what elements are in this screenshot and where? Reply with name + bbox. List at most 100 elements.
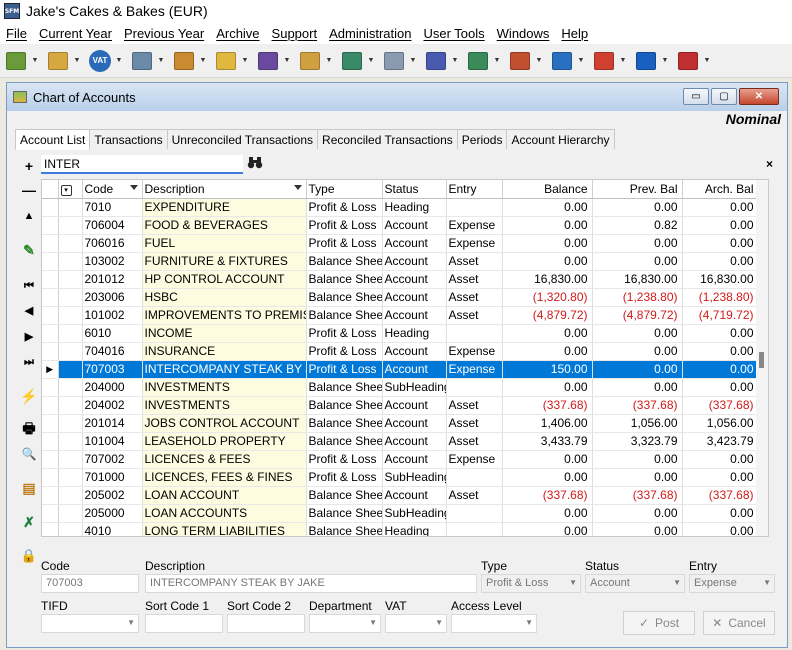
cell-entry[interactable] [446,522,503,536]
description-field[interactable]: INTERCOMPANY STEAK BY JAKE [145,574,477,593]
cell-entry[interactable]: Expense [446,450,503,469]
cell-type[interactable]: Balance Sheet [306,270,383,289]
cell-type[interactable]: Profit & Loss [306,360,383,379]
cell-code[interactable]: 707003 [82,360,143,379]
menu-administration[interactable]: Administration [329,26,411,41]
vertical-scrollbar[interactable] [756,180,768,536]
cell-type[interactable]: Balance Sheet [306,432,383,451]
menu-previous-year[interactable]: Previous Year [124,26,204,41]
cell-prev-bal[interactable]: 0.00 [592,342,683,361]
report-icon[interactable]: ▤ [19,479,39,497]
cell-type[interactable]: Balance Sheet [306,396,383,415]
chevron-down-icon[interactable]: ▼ [72,57,82,64]
print-icon[interactable]: 🖶 [19,420,39,439]
chevron-down-icon[interactable]: ▼ [673,578,681,587]
cell-prev-bal[interactable]: 3,323.79 [592,432,683,451]
tifd-select[interactable]: ▼ [41,614,139,633]
cell-status[interactable]: Account [382,288,447,307]
cell-type[interactable]: Profit & Loss [306,342,383,361]
chart-icon[interactable] [592,49,616,73]
cell-balance[interactable]: 0.00 [502,324,593,343]
cell-status[interactable]: Account [382,450,447,469]
row-indicator[interactable] [42,378,59,397]
cell-balance[interactable]: 16,830.00 [502,270,593,289]
cell-type[interactable]: Balance Sheet [306,414,383,433]
chevron-down-icon[interactable]: ▼ [702,57,712,64]
cell-balance[interactable]: 3,433.79 [502,432,593,451]
row-indicator[interactable] [42,396,59,415]
row-chooser-cell[interactable] [58,450,83,469]
cell-description[interactable]: INCOME [142,324,307,343]
cell-description[interactable]: LICENCES, FEES & FINES [142,468,307,487]
chevron-down-icon[interactable]: ▼ [525,618,533,627]
cell-entry[interactable] [446,378,503,397]
payments-icon[interactable] [256,49,280,73]
cell-type[interactable]: Profit & Loss [306,468,383,487]
chevron-down-icon[interactable]: ▼ [198,57,208,64]
cell-code[interactable]: 103002 [82,252,143,271]
cell-status[interactable]: SubHeading [382,504,447,523]
cell-arch-bal[interactable]: 0.00 [682,468,759,487]
table-row[interactable]: 6010 INCOME Profit & Loss Heading 0.00 0.00 0.… [42,324,759,343]
import-icon[interactable] [676,49,700,73]
vat-icon[interactable]: VAT [88,49,112,73]
cell-status[interactable]: Account [382,342,447,361]
cell-entry[interactable]: Asset [446,396,503,415]
move-up-icon[interactable]: ▲ [19,207,39,225]
tab-unreconciled-transactions[interactable]: Unreconciled Transactions [166,129,319,149]
cell-status[interactable]: Account [382,396,447,415]
cell-entry[interactable]: Expense [446,234,503,253]
row-chooser-cell[interactable] [58,378,83,397]
cell-code[interactable]: 4010 [82,522,143,536]
row-chooser-cell[interactable] [58,468,83,487]
cell-status[interactable]: Account [382,360,447,379]
row-chooser-cell[interactable] [58,414,83,433]
chevron-down-icon[interactable]: ▼ [763,578,771,587]
menu-help[interactable]: Help [561,26,588,41]
next-record-icon[interactable]: ▶ [19,327,39,345]
sort-dropdown-icon[interactable] [293,185,302,190]
cell-description[interactable]: HP CONTROL ACCOUNT [142,270,307,289]
cell-description[interactable]: LOAN ACCOUNT [142,486,307,505]
cell-code[interactable]: 7010 [82,198,143,217]
row-chooser-cell[interactable] [58,504,83,523]
table-row[interactable]: 707002 LICENCES & FEES Profit & Loss Accoun… [42,450,759,469]
chevron-down-icon[interactable]: ▼ [156,57,166,64]
first-record-icon[interactable]: ⏮ [19,277,39,295]
cell-code[interactable]: 706004 [82,216,143,235]
cell-status[interactable]: Account [382,270,447,289]
cell-code[interactable]: 204000 [82,378,143,397]
cell-code[interactable]: 101004 [82,432,143,451]
cell-status[interactable]: Account [382,216,447,235]
tab-account-list[interactable]: Account List [15,129,91,150]
column-header-type[interactable]: Type [306,180,383,199]
cell-prev-bal[interactable]: (337.68) [592,396,683,415]
table-row[interactable]: 201012 HP CONTROL ACCOUNT Balance Sheet Acc… [42,270,759,289]
chevron-down-icon[interactable]: ▼ [660,57,670,64]
row-chooser-cell[interactable] [58,216,83,235]
cell-description[interactable]: FOOD & BEVERAGES [142,216,307,235]
column-header-code[interactable]: Code [82,180,143,199]
row-indicator[interactable] [42,306,59,325]
calculator-icon[interactable] [424,49,448,73]
tab-account-hierarchy[interactable]: Account Hierarchy [506,129,615,149]
cell-description[interactable]: EXPENDITURE [142,198,307,217]
sales-ledger-icon[interactable] [46,49,70,73]
cell-status[interactable]: Account [382,414,447,433]
cell-balance[interactable]: (337.68) [502,396,593,415]
chevron-down-icon[interactable]: ▼ [435,618,443,627]
cell-prev-bal[interactable]: 0.00 [592,504,683,523]
clear-search-icon[interactable]: × [766,157,773,171]
row-chooser-cell[interactable] [58,360,83,379]
department-select[interactable]: ▼ [309,614,381,633]
cell-arch-bal[interactable]: 0.00 [682,252,759,271]
row-chooser-cell[interactable] [58,198,83,217]
chevron-down-icon[interactable]: ▼ [576,57,586,64]
cell-arch-bal[interactable]: (337.68) [682,396,759,415]
row-chooser-cell[interactable] [58,306,83,325]
cell-prev-bal[interactable]: (4,879.72) [592,306,683,325]
currency-icon[interactable] [634,49,658,73]
chevron-down-icon[interactable]: ▼ [450,57,460,64]
cell-status[interactable]: SubHeading [382,468,447,487]
cell-description[interactable]: IMPROVEMENTS TO PREMISES [142,306,307,325]
